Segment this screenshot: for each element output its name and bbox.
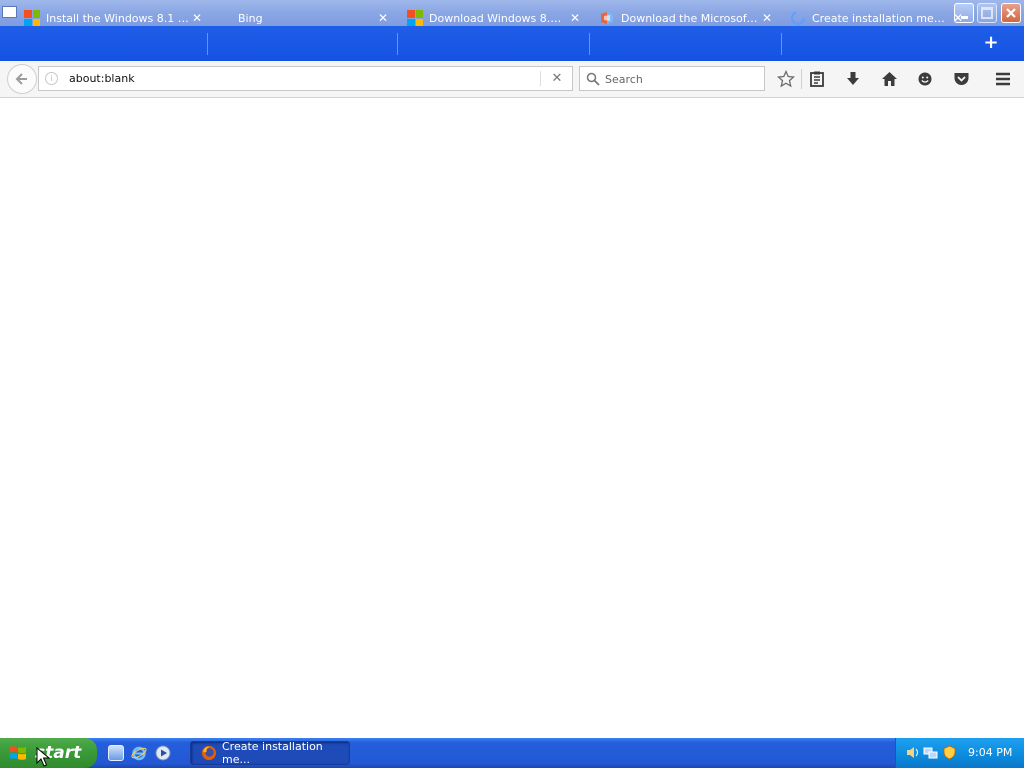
reading-list-icon	[810, 71, 824, 87]
tab-close-button[interactable]: ✕	[376, 11, 390, 25]
tab-label: Create installation media ...	[812, 11, 951, 25]
tab-create-installation-media[interactable]: Create installation media ... ✕	[790, 6, 965, 30]
menu-icon	[996, 72, 1010, 86]
system-clock[interactable]: 9:04 PM	[968, 746, 1012, 759]
mouse-cursor-icon	[36, 747, 50, 767]
tab-close-button[interactable]: ✕	[190, 11, 204, 25]
tab-divider	[397, 33, 398, 55]
tab-close-button[interactable]: ✕	[951, 11, 965, 25]
download-icon	[847, 72, 859, 85]
tray-security-icon[interactable]	[942, 745, 957, 760]
desktop-icon[interactable]	[108, 745, 124, 761]
internet-explorer-icon[interactable]	[131, 745, 147, 761]
firefox-icon	[202, 746, 216, 760]
taskbar-button-firefox[interactable]: Create installation me...	[190, 740, 350, 766]
search-box[interactable]: Search	[579, 66, 765, 91]
url-divider	[540, 71, 541, 86]
home-button[interactable]	[877, 67, 901, 91]
windows-flag-icon	[10, 746, 26, 760]
tab-label: Bing	[238, 11, 263, 25]
site-info-icon[interactable]: i	[45, 72, 58, 85]
hello-button[interactable]	[913, 67, 937, 91]
new-tab-button[interactable]: +	[982, 33, 1000, 53]
tab-divider	[781, 33, 782, 55]
clear-url-button[interactable]: ✕	[549, 70, 565, 87]
pocket-button[interactable]	[949, 67, 973, 91]
maximize-button[interactable]	[977, 3, 997, 23]
pocket-icon	[954, 73, 968, 85]
close-icon	[1006, 8, 1016, 18]
media-player-icon[interactable]	[155, 745, 171, 761]
taskbar: start Create installation me... 9:04 PM	[0, 738, 1024, 768]
open-menu-button[interactable]	[991, 67, 1015, 91]
bookmark-star-icon	[777, 70, 795, 88]
loading-spinner-icon	[791, 11, 805, 25]
tab-bing[interactable]: Bing ✕	[218, 6, 390, 30]
tab-install-windows[interactable]: Install the Windows 8.1 U... ✕	[24, 6, 204, 30]
tab-label: Download the Microsoft C...	[621, 11, 760, 25]
url-text[interactable]: about:blank	[69, 72, 135, 85]
tab-divider	[207, 33, 208, 55]
tab-download-windows[interactable]: Download Windows 8.1 U... ✕	[407, 6, 582, 30]
tab-label: Install the Windows 8.1 U...	[46, 11, 190, 25]
windows-logo-icon	[407, 10, 423, 26]
search-placeholder: Search	[605, 73, 643, 86]
tab-close-button[interactable]: ✕	[760, 11, 774, 25]
hello-chat-icon	[918, 72, 932, 86]
toolbar-divider	[801, 69, 802, 89]
tray-network-icon[interactable]	[923, 745, 938, 760]
tab-strip	[0, 26, 1024, 61]
close-window-button[interactable]	[1001, 3, 1021, 23]
bing-icon	[218, 10, 234, 26]
tab-download-microsoft[interactable]: Download the Microsoft C... ✕	[599, 6, 774, 30]
reading-list-button[interactable]	[805, 67, 829, 91]
tab-label: Download Windows 8.1 U...	[429, 11, 568, 25]
microsoft-office-icon	[601, 12, 613, 24]
tab-divider	[589, 33, 590, 55]
back-arrow-icon	[15, 73, 27, 85]
downloads-button[interactable]	[841, 67, 865, 91]
navigation-bar: i about:blank ✕ Search	[0, 61, 1024, 98]
taskbar-button-label: Create installation me...	[222, 740, 323, 766]
search-icon	[586, 72, 600, 86]
tray-volume-icon[interactable]	[906, 745, 921, 760]
windows-logo-icon	[24, 10, 40, 26]
home-icon	[881, 72, 897, 86]
tab-close-button[interactable]: ✕	[568, 11, 582, 25]
bookmark-button[interactable]	[774, 67, 798, 91]
url-bar[interactable]: i about:blank ✕	[38, 66, 573, 91]
back-button[interactable]	[7, 64, 37, 94]
page-content[interactable]	[0, 98, 1024, 738]
screen: Install the Windows 8.1 U... ✕ Bing ✕ Do…	[0, 0, 1024, 768]
window-system-icon[interactable]	[2, 6, 17, 18]
